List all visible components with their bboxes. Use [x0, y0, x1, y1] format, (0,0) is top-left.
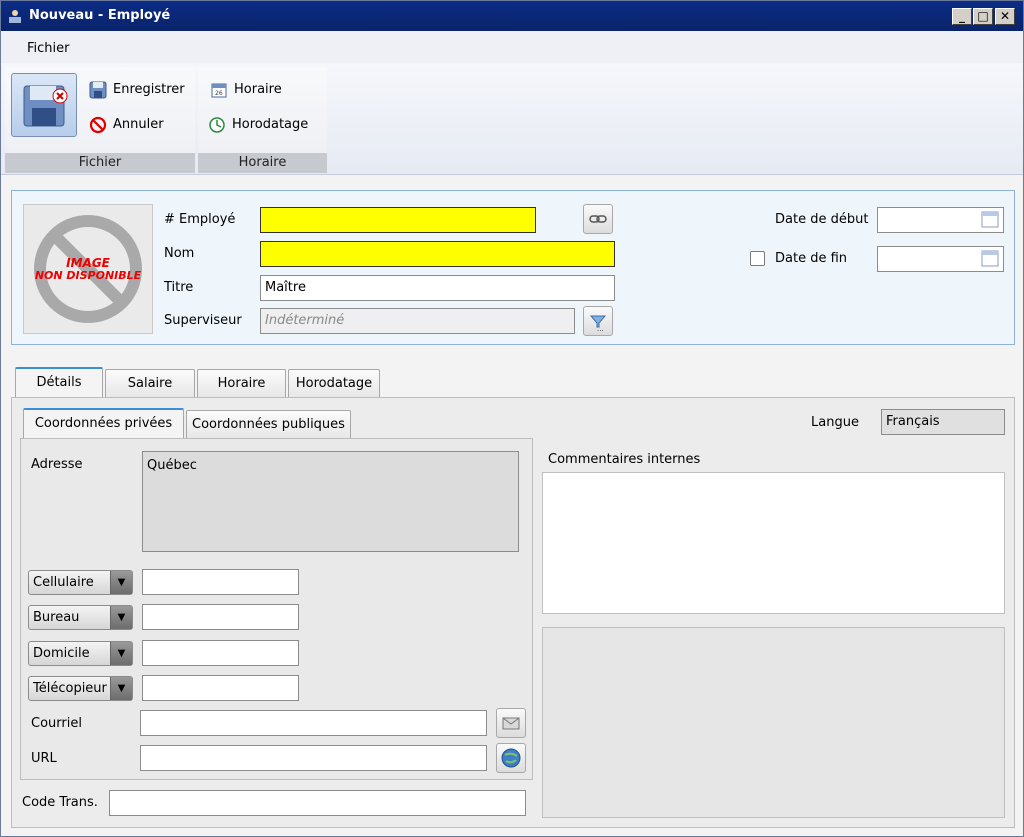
end-date-checkbox[interactable]: [750, 251, 765, 266]
chevron-down-icon: ▼: [110, 677, 132, 700]
phone-type-select-4[interactable]: Télécopieur ▼: [28, 676, 133, 701]
code-trans-input[interactable]: [109, 790, 526, 816]
subtab-public-contact[interactable]: Coordonnées publiques: [186, 410, 351, 438]
clock-icon: [209, 117, 225, 133]
language-label: Langue: [811, 415, 859, 430]
phone-type-label: Télécopieur: [33, 681, 107, 696]
horaire-button[interactable]: 26 Horaire: [210, 79, 282, 101]
end-date-label: Date de fin: [775, 251, 848, 266]
filter-icon: ...: [589, 315, 607, 333]
employee-header-panel: IMAGE NON DISPONIBLE # Employé Nom Titre…: [11, 190, 1015, 345]
maximize-button[interactable]: □: [973, 8, 993, 25]
ribbon-group-fichier: Enregistrer Annuler Fichier: [5, 67, 195, 173]
supervisor-label: Superviseur: [164, 313, 242, 328]
calendar-picker-icon[interactable]: [981, 210, 999, 228]
name-label: Nom: [164, 246, 195, 261]
cancel-button[interactable]: Annuler: [89, 114, 164, 136]
close-button[interactable]: ✕: [995, 8, 1015, 25]
phone-input-2[interactable]: [142, 604, 299, 630]
chevron-down-icon: ▼: [110, 571, 132, 594]
email-input[interactable]: [140, 710, 487, 736]
cancel-icon: [89, 116, 107, 134]
ribbon-group-fichier-label: Fichier: [5, 153, 195, 173]
link-button[interactable]: [583, 204, 613, 234]
svg-text:26: 26: [215, 90, 223, 97]
start-date-label: Date de début: [775, 212, 869, 227]
window-title: Nouveau - Employé: [29, 8, 171, 23]
tab-horodatage[interactable]: Horodatage: [288, 369, 380, 397]
title-input[interactable]: Maître: [260, 275, 615, 301]
no-image-line2: NON DISPONIBLE: [34, 269, 142, 282]
link-icon: [589, 215, 607, 223]
phone-input-3[interactable]: [142, 640, 299, 666]
ribbon: Enregistrer Annuler Fichier 26 Horaire H…: [1, 63, 1023, 175]
floppy-icon: [89, 81, 107, 99]
calendar-icon: 26: [211, 83, 227, 98]
menu-bar: Fichier: [1, 31, 1023, 63]
supervisor-filter-button[interactable]: ...: [583, 306, 613, 336]
phone-input-4[interactable]: [142, 675, 299, 701]
horodatage-button[interactable]: Horodatage: [208, 114, 308, 136]
menu-fichier[interactable]: Fichier: [27, 41, 70, 56]
code-trans-label: Code Trans.: [22, 795, 98, 810]
send-email-button[interactable]: [496, 708, 526, 738]
phone-type-select-3[interactable]: Domicile ▼: [28, 641, 133, 666]
ribbon-group-horaire: 26 Horaire Horodatage Horaire: [198, 67, 327, 173]
save-button[interactable]: Enregistrer: [89, 79, 185, 101]
subtab-private-contact[interactable]: Coordonnées privées: [23, 408, 184, 438]
employee-no-label: # Employé: [164, 212, 236, 227]
save-close-button[interactable]: [11, 73, 77, 137]
calendar-picker-icon[interactable]: [981, 249, 999, 267]
globe-icon: [501, 748, 521, 768]
cancel-label: Annuler: [113, 117, 164, 132]
address-label: Adresse: [31, 457, 83, 472]
employee-window: Nouveau - Employé _ □ ✕ Fichier Enregist…: [0, 0, 1024, 837]
phone-type-select-2[interactable]: Bureau ▼: [28, 605, 133, 630]
url-input[interactable]: [140, 745, 487, 771]
title-bar: Nouveau - Employé _ □ ✕: [1, 1, 1023, 31]
tab-salaire[interactable]: Salaire: [105, 369, 195, 397]
open-url-button[interactable]: [496, 743, 526, 773]
phone-type-label: Bureau: [33, 610, 80, 625]
email-icon: [502, 717, 520, 730]
url-label: URL: [31, 751, 57, 766]
minimize-button[interactable]: _: [952, 8, 972, 25]
address-field[interactable]: Québec: [142, 451, 519, 552]
phone-type-select-1[interactable]: Cellulaire ▼: [28, 570, 133, 595]
title-label: Titre: [164, 280, 194, 295]
no-image-line1: IMAGE: [66, 256, 110, 270]
save-close-icon: [23, 85, 68, 127]
name-input[interactable]: [260, 241, 615, 267]
private-contact-panel: Adresse Québec Cellulaire ▼ Bureau ▼ Dom…: [20, 438, 533, 780]
ribbon-group-horaire-label: Horaire: [198, 153, 327, 173]
chevron-down-icon: ▼: [110, 606, 132, 629]
comments-label: Commentaires internes: [548, 452, 701, 467]
employee-no-input[interactable]: [260, 207, 536, 233]
secondary-panel: [542, 627, 1005, 818]
tab-details[interactable]: Détails: [15, 367, 103, 397]
supervisor-input: Indéterminé: [260, 308, 575, 334]
phone-type-label: Domicile: [33, 646, 90, 661]
chevron-down-icon: ▼: [110, 642, 132, 665]
horodatage-label: Horodatage: [232, 117, 309, 132]
comments-textarea[interactable]: [542, 472, 1005, 614]
tab-horaire[interactable]: Horaire: [197, 369, 286, 397]
phone-type-label: Cellulaire: [33, 575, 94, 590]
horaire-label: Horaire: [234, 82, 282, 97]
email-label: Courriel: [31, 716, 82, 731]
employee-photo[interactable]: IMAGE NON DISPONIBLE: [23, 204, 153, 334]
app-icon: [9, 10, 21, 23]
details-tab-body: Coordonnées privées Coordonnées publique…: [11, 397, 1015, 828]
svg-text:...: ...: [597, 325, 604, 333]
language-field[interactable]: Français: [881, 409, 1005, 435]
phone-input-1[interactable]: [142, 569, 299, 595]
save-label: Enregistrer: [113, 82, 185, 97]
